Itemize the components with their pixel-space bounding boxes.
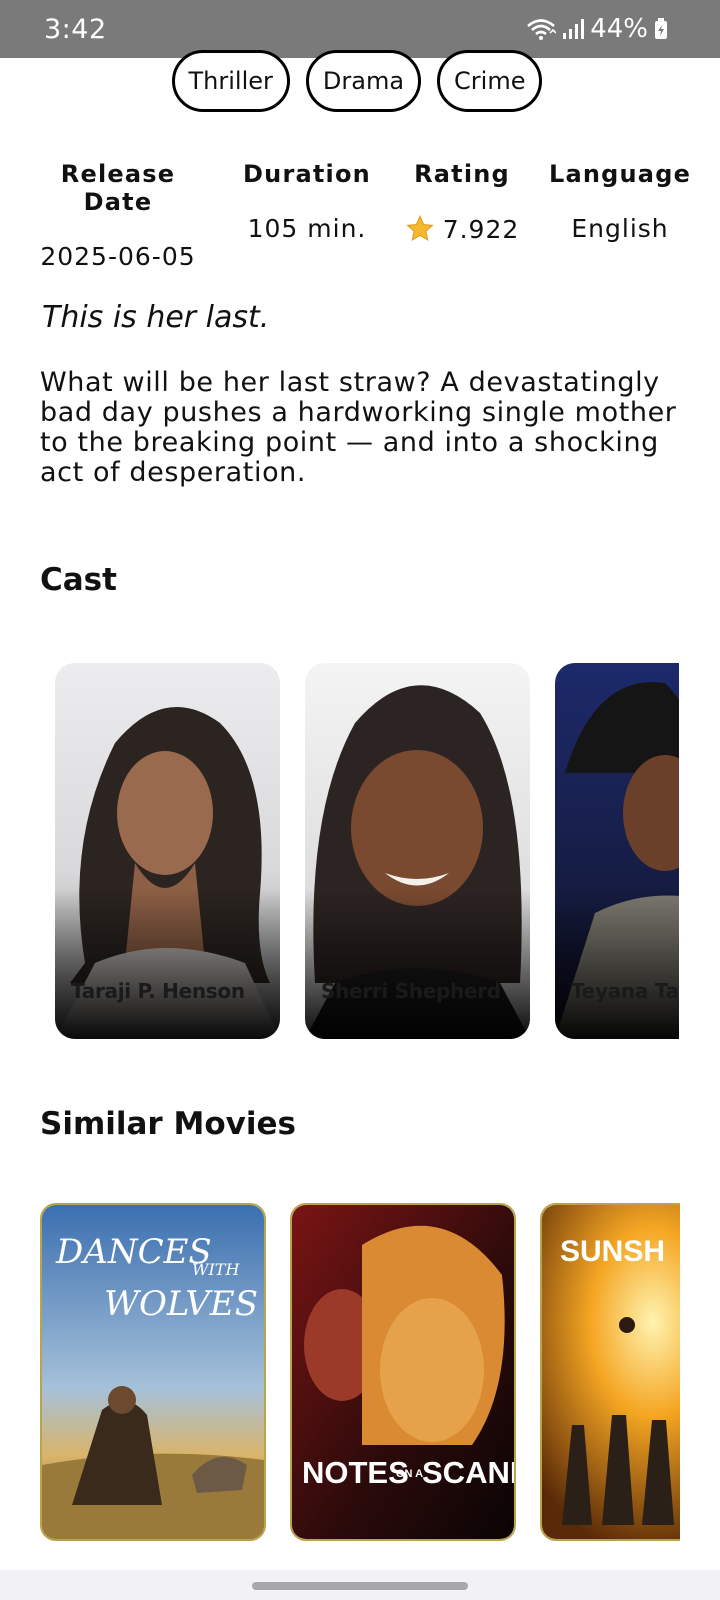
info-value: 2025-06-05	[40, 242, 196, 271]
similar-movies-title: Similar Movies	[40, 1106, 296, 1142]
navigation-bar	[0, 1570, 720, 1600]
info-label: Rating	[414, 160, 510, 188]
signal-icon	[562, 18, 585, 40]
genre-chip-crime[interactable]: Crime	[437, 50, 543, 112]
genre-chips: Thriller Drama Crime	[0, 50, 720, 112]
poster-title-a: SUNSH	[560, 1235, 665, 1268]
battery-label: 44%	[590, 14, 648, 44]
cast-title: Cast	[40, 562, 117, 598]
cast-card[interactable]: Sherri Shepherd	[305, 663, 530, 1039]
poster-title-c: WOLVES	[104, 1284, 258, 1324]
similar-movies-list[interactable]: DANCES WITH WOLVES NOTES ON A SCANDAL	[40, 1203, 680, 1541]
wifi-icon	[526, 17, 557, 41]
movie-poster[interactable]: SUNSH	[540, 1203, 680, 1541]
poster-title-b: WITH	[192, 1260, 240, 1279]
star-icon	[405, 214, 435, 244]
info-value: 105 min.	[247, 214, 367, 243]
status-time: 3:42	[44, 14, 107, 45]
info-value: English	[571, 214, 669, 243]
info-duration: Duration 105 min.	[240, 160, 374, 243]
poster-title-b: ON A	[396, 1468, 423, 1480]
poster-title-a: NOTES	[302, 1455, 409, 1490]
movie-poster[interactable]: NOTES ON A SCANDAL	[290, 1203, 516, 1541]
info-label: Duration	[243, 160, 371, 188]
cast-name: Teyana Taylor	[571, 979, 679, 1003]
tagline: This is her last.	[42, 300, 270, 335]
cast-list[interactable]: Taraji P. Henson Sherri Shepherd Teyana …	[55, 663, 679, 1039]
info-release-date: Release Date 2025-06-05	[25, 160, 211, 271]
home-indicator[interactable]	[252, 1582, 468, 1590]
movie-poster[interactable]: DANCES WITH WOLVES	[40, 1203, 266, 1541]
overview: What will be her last straw? A devastati…	[40, 367, 677, 488]
genre-chip-drama[interactable]: Drama	[305, 50, 422, 112]
poster-title-a: DANCES	[55, 1232, 212, 1272]
info-language: Language English	[546, 160, 694, 243]
poster-image: NOTES ON A SCANDAL	[292, 1205, 514, 1539]
poster-image: DANCES WITH WOLVES	[42, 1205, 264, 1539]
poster-image: SUNSH	[542, 1205, 680, 1539]
cast-card[interactable]: Taraji P. Henson	[55, 663, 280, 1039]
info-value: 7.922	[400, 214, 524, 244]
poster-title-c: SCANDAL	[422, 1455, 514, 1490]
cast-name: Sherri Shepherd	[321, 979, 501, 1003]
status-icons: 44%	[526, 14, 668, 44]
battery-icon	[654, 18, 668, 40]
genre-chip-thriller[interactable]: Thriller	[171, 50, 290, 112]
info-label: Release Date	[60, 160, 176, 216]
cast-card[interactable]: Teyana Taylor	[555, 663, 679, 1039]
info-label: Language	[548, 160, 692, 188]
cast-name: Taraji P. Henson	[71, 979, 245, 1003]
info-rating: Rating 7.922	[400, 160, 524, 244]
movie-info: Release Date 2025-06-05 Duration 105 min…	[0, 160, 720, 271]
